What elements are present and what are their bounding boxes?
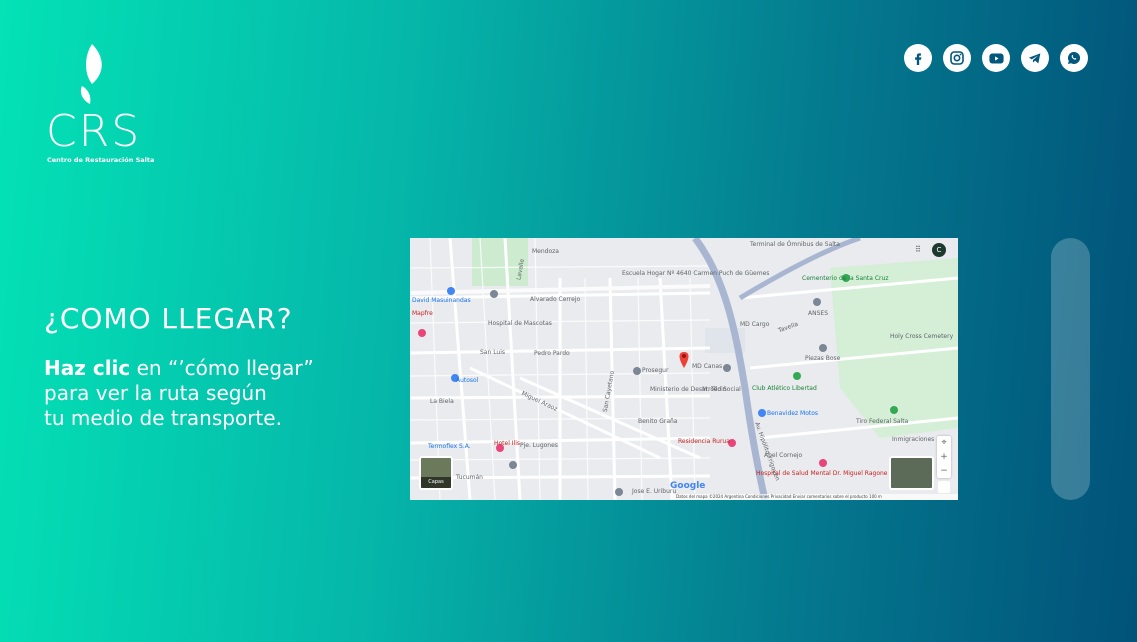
map-label-hotel: Hotel Ilis — [494, 440, 521, 447]
map-label-residencia: Residencia Rurua — [678, 438, 730, 445]
map-label-termoflex: Termoflex S.A. — [428, 443, 471, 450]
instructions-line-1-rest: en “’cómo llegar” — [130, 356, 314, 380]
logo-subtitle: Centro de Restauración Salta — [47, 156, 155, 164]
instructions-line-2: para ver la ruta según — [44, 381, 267, 405]
map-label-ministerio: Ministerio de Desarrollo Social — [650, 386, 741, 393]
map-label-club: Club Atlético Libertad — [752, 385, 817, 392]
page-title: ¿COMO LLEGAR? — [44, 302, 293, 335]
youtube-icon[interactable] — [982, 44, 1010, 72]
pegman-icon[interactable] — [938, 481, 950, 493]
map-label-escuela: Escuela Hogar Nº 4640 Carmen Puch de Güe… — [622, 270, 770, 277]
map-label-mdcanas: MD Canas — [692, 363, 723, 370]
crs-logo: CRS Centro de Restauración Salta — [44, 42, 164, 167]
map-label-terminal: Terminal de Ómnibus de Salta — [750, 241, 840, 248]
account-avatar[interactable]: C — [932, 243, 946, 257]
map-label-holy: Holy Cross Cemetery — [890, 333, 954, 340]
street-view-thumbnail[interactable] — [889, 456, 934, 490]
map-layers-label: Capas — [421, 477, 451, 488]
map-street-tucuman: Tucumán — [456, 474, 483, 481]
instagram-icon[interactable] — [943, 44, 971, 72]
map-street-cerrejo: Alvarado Cerrejo — [530, 296, 581, 303]
map-street-sanluis: San Luis — [480, 349, 506, 356]
map-street-labiela: La Biela — [430, 398, 454, 405]
map-street-mendoza: Mendoza — [532, 248, 559, 255]
map-street-benito: Benito Graña — [638, 418, 678, 425]
instructions-line-1: Haz clic en “’cómo llegar” — [44, 356, 404, 381]
map-street-pedro: Pedro Pardo — [534, 350, 570, 357]
map-label-david: David Masuinandas — [412, 297, 471, 304]
map-label-cementerio: Cementerio de la Santa Cruz — [802, 275, 889, 282]
instructions-bold: Haz clic — [44, 356, 131, 380]
embedded-map[interactable]: Terminal de Ómnibus de Salta Escuela Hog… — [410, 238, 958, 500]
logo-wordmark: CRS — [46, 106, 142, 157]
apps-grid-icon[interactable]: ⠿ — [915, 245, 921, 254]
map-attribution: Datos del mapa ©2024 Argentina Condicion… — [672, 494, 958, 500]
map-label-inmigraciones: Inmigraciones — [892, 436, 935, 443]
map-label-hospital-mascotas: Hospital de Mascotas — [488, 320, 552, 327]
social-links — [904, 44, 1088, 72]
instructions-line-3: tu medio de transporte. — [44, 406, 282, 430]
map-label-anses: ANSES — [808, 310, 829, 317]
leaf-icon — [80, 44, 102, 104]
scroll-track[interactable] — [1051, 238, 1090, 500]
map-label-mdcargo: MD Cargo — [740, 321, 770, 328]
google-logo: Google — [670, 481, 706, 491]
map-label-tiro: Tiro Federal Salta — [856, 418, 909, 425]
facebook-icon[interactable] — [904, 44, 932, 72]
zoom-in-button[interactable]: + — [937, 450, 951, 464]
map-locate-icon[interactable]: ⌖ — [937, 436, 951, 450]
map-label-autosol: Autosol — [456, 377, 479, 384]
map-zoom-control: ⌖ + − — [937, 436, 951, 478]
map-label-piezas: Piezas Bose — [805, 355, 841, 362]
map-layers-button[interactable]: Capas — [419, 456, 453, 490]
map-label-benavidez: Benavidez Motos — [767, 410, 819, 417]
zoom-out-button[interactable]: − — [937, 464, 951, 478]
map-street-lugones: Pje. Lugones — [520, 442, 558, 449]
map-label-mapfre: Mapfre — [412, 310, 433, 317]
telegram-icon[interactable] — [1021, 44, 1049, 72]
map-street-tedin: M. Tedin — [702, 386, 727, 393]
map-label-prosegur: Prosegur — [642, 367, 669, 374]
instructions-text: Haz clic en “’cómo llegar” para ver la r… — [44, 356, 404, 431]
whatsapp-icon[interactable] — [1060, 44, 1088, 72]
